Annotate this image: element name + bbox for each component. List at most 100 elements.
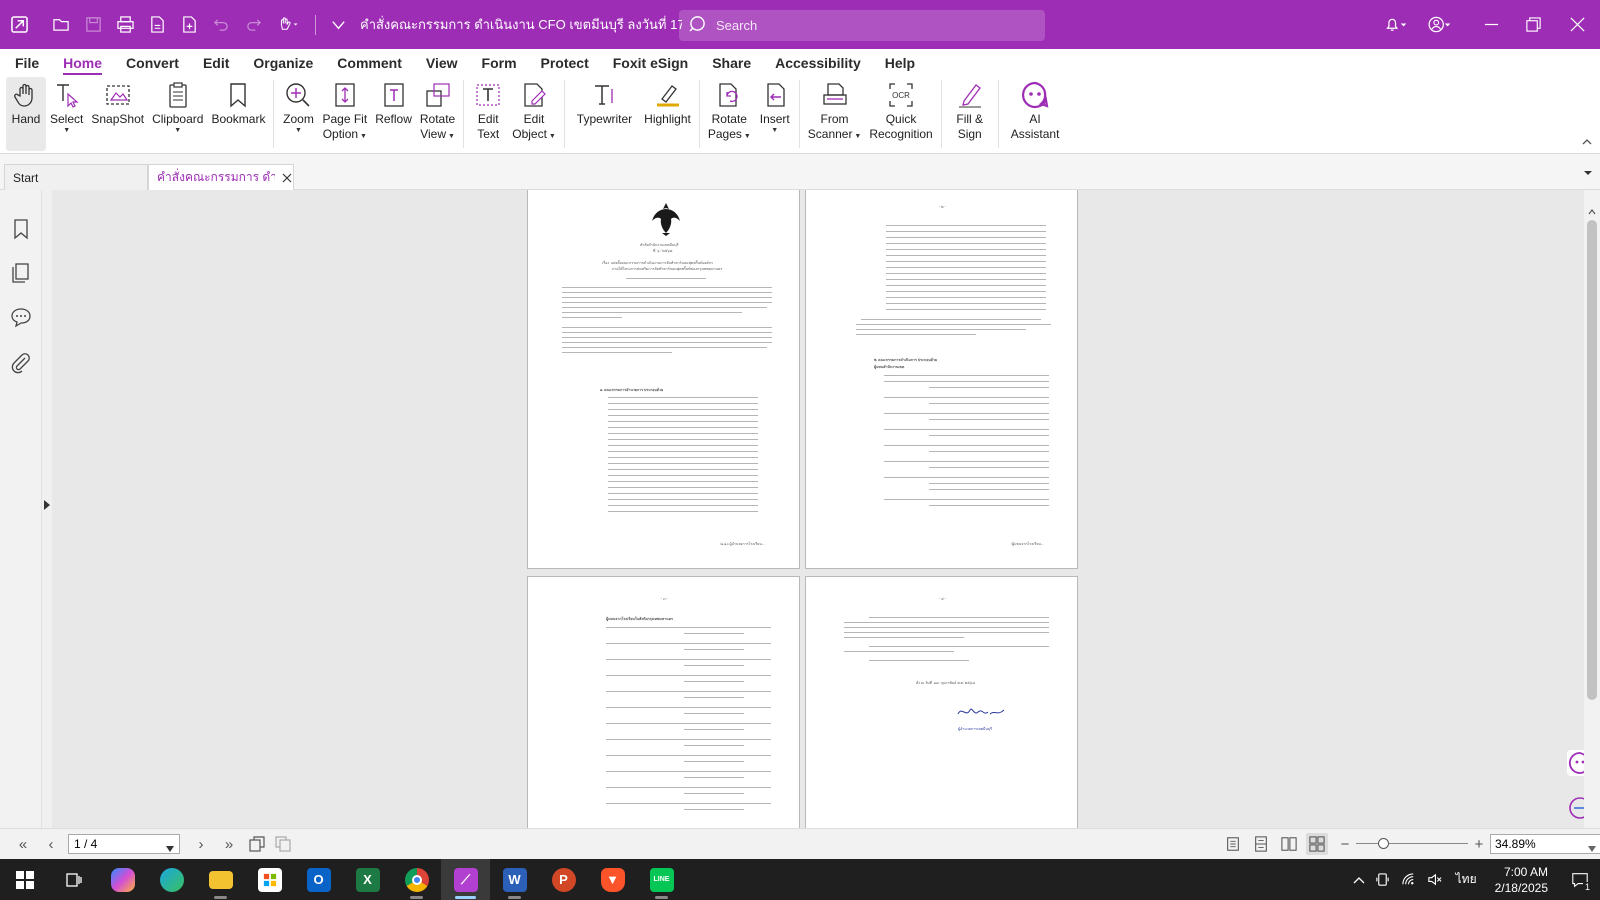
first-page-icon[interactable]: «	[12, 833, 34, 855]
next-view-icon[interactable]	[272, 833, 294, 855]
file-explorer-icon[interactable]	[196, 859, 245, 900]
clock[interactable]: 7:00 AM 2/18/2025	[1485, 864, 1560, 896]
chrome-icon[interactable]	[392, 859, 441, 900]
zoom-button[interactable]: Zoom ▼	[278, 77, 318, 151]
outlook-icon[interactable]: O	[294, 859, 343, 900]
zoom-dropdown-icon[interactable]	[1588, 841, 1596, 852]
menu-protect[interactable]: Protect	[529, 49, 601, 77]
close-icon[interactable]	[1554, 0, 1600, 49]
microsoft-store-icon[interactable]	[245, 859, 294, 900]
previous-view-icon[interactable]	[246, 833, 268, 855]
device-icon[interactable]	[1370, 859, 1396, 900]
menu-file[interactable]: File	[3, 49, 51, 77]
bookmark-button[interactable]: Bookmark	[207, 77, 269, 151]
zoom-out-icon[interactable]: −	[1334, 833, 1356, 855]
new-document-icon[interactable]	[173, 0, 205, 49]
restore-icon[interactable]	[1512, 0, 1554, 49]
word-icon[interactable]: W	[490, 859, 539, 900]
windows-start-icon[interactable]	[0, 859, 49, 900]
notification-bell-icon[interactable]	[1374, 0, 1418, 49]
customize-toolbar-chevron-icon[interactable]	[322, 0, 354, 49]
print-icon[interactable]	[109, 0, 141, 49]
last-page-icon[interactable]: »	[218, 833, 240, 855]
scroll-thumb[interactable]	[1587, 220, 1597, 700]
menu-comment[interactable]: Comment	[325, 49, 414, 77]
hand-tool-dropdown-icon[interactable]	[269, 0, 309, 49]
rotate-pages-button[interactable]: Rotate Pages ▼	[704, 77, 755, 151]
next-page-icon[interactable]: ›	[190, 833, 212, 855]
zoom-slider-thumb[interactable]	[1378, 838, 1389, 849]
minimize-icon[interactable]	[1470, 0, 1512, 49]
zoom-percentage-select[interactable]: 34.89%	[1490, 834, 1600, 854]
typewriter-button[interactable]: Typewriter	[569, 77, 640, 151]
account-icon[interactable]	[1418, 0, 1462, 49]
expand-panel-arrow-icon[interactable]	[42, 498, 52, 510]
ai-assistant-button[interactable]: AI Assistant	[1003, 77, 1068, 151]
document-view[interactable]: คำสั่งสำนักงานเขตมีนบุรี ที่ ๖ / ๒๕๖๘ เร…	[52, 190, 1584, 828]
continuous-view-icon[interactable]	[1250, 833, 1272, 855]
task-view-icon[interactable]	[49, 859, 98, 900]
reflow-button[interactable]: Reflow	[371, 77, 416, 151]
fill-sign-button[interactable]: Fill & Sign	[946, 77, 994, 151]
single-page-view-icon[interactable]	[1222, 833, 1244, 855]
clipboard-button[interactable]: Clipboard ▼	[148, 77, 207, 151]
quick-recognition-button[interactable]: OCR Quick Recognition	[865, 77, 936, 151]
highlight-button[interactable]: Highlight	[640, 77, 695, 151]
brave-browser-icon[interactable]: ▼	[588, 859, 637, 900]
wifi-icon[interactable]	[1396, 859, 1422, 900]
undo-icon[interactable]	[205, 0, 237, 49]
vertical-scrollbar[interactable]	[1584, 190, 1600, 828]
menu-help[interactable]: Help	[873, 49, 927, 77]
excel-icon[interactable]: X	[343, 859, 392, 900]
notification-center-icon[interactable]: 1	[1560, 859, 1600, 900]
zoom-in-icon[interactable]: +	[1468, 833, 1490, 855]
volume-muted-icon[interactable]	[1422, 859, 1448, 900]
tab-start[interactable]: Start	[4, 164, 148, 190]
facing-view-icon[interactable]	[1278, 833, 1300, 855]
rotate-view-button[interactable]: Rotate View ▼	[416, 77, 459, 151]
comments-panel-icon[interactable]	[10, 306, 32, 328]
foxit-pdf-editor-icon[interactable]: ⟋	[441, 859, 490, 900]
insert-button[interactable]: Insert ▼	[755, 77, 795, 151]
copilot-icon[interactable]	[98, 859, 147, 900]
search-input[interactable]	[716, 18, 1016, 33]
bookmarks-panel-icon[interactable]	[10, 218, 32, 240]
menu-organize[interactable]: Organize	[241, 49, 325, 77]
edge-browser-icon[interactable]	[147, 859, 196, 900]
edit-text-button[interactable]: Edit Text	[468, 77, 508, 151]
menu-edit[interactable]: Edit	[191, 49, 241, 77]
hand-tool-button[interactable]: Hand	[6, 77, 46, 151]
previous-page-icon[interactable]: ‹	[40, 833, 62, 855]
line-app-icon[interactable]: LINE	[637, 859, 686, 900]
powerpoint-icon[interactable]: P	[539, 859, 588, 900]
show-hidden-icons-chevron-icon[interactable]	[1348, 859, 1370, 900]
page-dropdown-icon[interactable]	[166, 841, 174, 852]
select-tool-button[interactable]: Select ▼	[46, 77, 87, 151]
page-number-input[interactable]: 1 / 4	[68, 834, 180, 854]
attachments-icon[interactable]	[10, 352, 32, 374]
menu-convert[interactable]: Convert	[114, 49, 191, 77]
zoom-slider[interactable]	[1356, 834, 1468, 854]
search-box[interactable]	[679, 10, 1045, 41]
edit-object-button[interactable]: Edit Object ▼	[508, 77, 560, 151]
tab-close-icon[interactable]	[281, 172, 293, 184]
redo-icon[interactable]	[237, 0, 269, 49]
scroll-up-arrow-icon[interactable]	[1587, 204, 1597, 215]
page-thumbnails-icon[interactable]	[10, 262, 32, 284]
open-file-icon[interactable]	[45, 0, 77, 49]
input-language-indicator[interactable]: ไทย	[1448, 870, 1485, 889]
page-fit-option-button[interactable]: Page Fit Option ▼	[318, 77, 371, 151]
from-scanner-button[interactable]: From Scanner ▼	[804, 77, 866, 151]
continuous-facing-view-icon[interactable]	[1306, 833, 1328, 855]
collapse-ribbon-chevron-icon[interactable]	[1580, 135, 1594, 149]
menu-foxit-esign[interactable]: Foxit eSign	[601, 49, 700, 77]
menu-home[interactable]: Home	[51, 49, 114, 77]
menu-share[interactable]: Share	[700, 49, 763, 77]
pdf-document-icon[interactable]	[141, 0, 173, 49]
menu-form[interactable]: Form	[470, 49, 529, 77]
save-icon[interactable]	[77, 0, 109, 49]
snapshot-button[interactable]: SnapShot	[87, 77, 148, 151]
menu-view[interactable]: View	[414, 49, 470, 77]
tab-list-dropdown-icon[interactable]	[1582, 166, 1594, 178]
tab-document[interactable]: คำสั่งคณะกรรมการ ดำเนิ...	[148, 164, 294, 190]
